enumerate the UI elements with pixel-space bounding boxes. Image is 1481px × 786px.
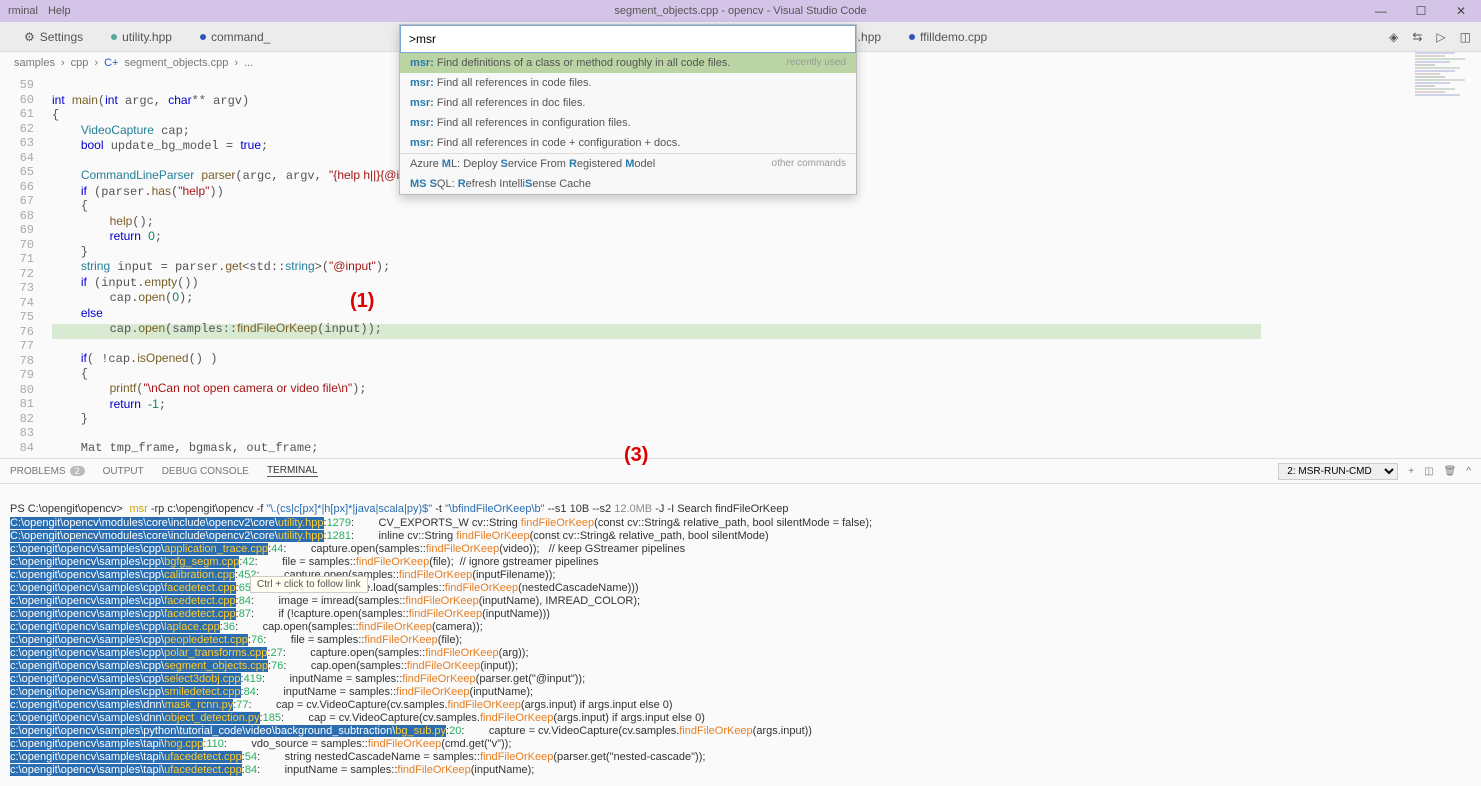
split-icon[interactable]: ◫ xyxy=(1460,30,1471,44)
palette-item[interactable]: Azure ML: Deploy Service From Registered… xyxy=(400,153,856,174)
terminal-output[interactable]: PS C:\opengit\opencv> msr -rp c:\opengit… xyxy=(0,484,1481,786)
cpp-icon xyxy=(909,34,915,40)
run-icon[interactable]: ▷ xyxy=(1436,30,1445,44)
terminal-result-row[interactable]: c:\opengit\opencv\samples\cpp\calibratio… xyxy=(10,569,1471,582)
chevron-up-icon[interactable]: ^ xyxy=(1466,466,1471,477)
maximize-icon[interactable]: ☐ xyxy=(1401,4,1441,18)
palette-item[interactable]: MS SQL: Refresh IntelliSense Cache xyxy=(400,174,856,194)
palette-item[interactable]: msr: Find all references in code files. xyxy=(400,73,856,93)
trash-icon[interactable]: 🗑 xyxy=(1444,466,1457,477)
menu-help[interactable]: Help xyxy=(48,5,71,17)
terminal-result-row[interactable]: c:\opengit\opencv\samples\cpp\laplace.cp… xyxy=(10,621,1471,634)
close-icon[interactable]: ✕ xyxy=(1441,4,1481,18)
palette-item[interactable]: msr: Find all references in configuratio… xyxy=(400,113,856,133)
terminal-result-row[interactable]: c:\opengit\opencv\samples\cpp\facedetect… xyxy=(10,595,1471,608)
minimize-icon[interactable]: — xyxy=(1361,4,1401,18)
palette-item[interactable]: msr: Find all references in doc files. xyxy=(400,93,856,113)
terminal-result-row[interactable]: c:\opengit\opencv\samples\cpp\bgfg_segm.… xyxy=(10,556,1471,569)
new-terminal-icon[interactable]: + xyxy=(1408,466,1414,477)
terminal-result-row[interactable]: c:\opengit\opencv\samples\tapi\hog.cpp:1… xyxy=(10,738,1471,751)
terminal-result-row[interactable]: c:\opengit\opencv\samples\cpp\applicatio… xyxy=(10,543,1471,556)
cpp-icon xyxy=(200,34,206,40)
terminal-result-row[interactable]: c:\opengit\opencv\samples\cpp\peopledete… xyxy=(10,634,1471,647)
minimap[interactable] xyxy=(1415,52,1475,422)
tab-output[interactable]: OUTPUT xyxy=(103,466,144,477)
menu-terminal[interactable]: rminal xyxy=(8,5,38,17)
panel-tabs: PROBLEMS2 OUTPUT DEBUG CONSOLE TERMINAL … xyxy=(0,458,1481,484)
palette-item[interactable]: msr: Find definitions of a class or meth… xyxy=(400,53,856,73)
gear-icon: ⚙ xyxy=(24,30,35,44)
terminal-result-row[interactable]: C:\opengit\opencv\modules\core\include\o… xyxy=(10,517,1471,530)
terminal-result-row[interactable]: c:\opengit\opencv\samples\python\tutoria… xyxy=(10,725,1471,738)
terminal-result-row[interactable]: c:\opengit\opencv\samples\cpp\facedetect… xyxy=(10,608,1471,621)
terminal-result-row[interactable]: c:\opengit\opencv\samples\dnn\object_det… xyxy=(10,712,1471,725)
terminal-result-row[interactable]: c:\opengit\opencv\samples\cpp\select3dob… xyxy=(10,673,1471,686)
terminal-result-row[interactable]: c:\opengit\opencv\samples\dnn\mask_rcnn.… xyxy=(10,699,1471,712)
tab-command[interactable]: command_ xyxy=(186,26,284,48)
tab-terminal[interactable]: TERMINAL xyxy=(267,465,318,477)
command-input[interactable] xyxy=(400,25,856,53)
sync-icon[interactable]: ◈ xyxy=(1389,30,1398,44)
code-content: int main(int argc, char** argv) { VideoC… xyxy=(52,78,451,456)
titlebar: rminal Help segment_objects.cpp - opencv… xyxy=(0,0,1481,22)
compare-icon[interactable]: ⇆ xyxy=(1412,30,1422,44)
terminal-result-row[interactable]: c:\opengit\opencv\samples\cpp\polar_tran… xyxy=(10,647,1471,660)
terminal-result-row[interactable]: c:\opengit\opencv\samples\cpp\facedetect… xyxy=(10,582,1471,595)
terminal-result-row[interactable]: c:\opengit\opencv\samples\cpp\segment_ob… xyxy=(10,660,1471,673)
split-terminal-icon[interactable]: ◫ xyxy=(1424,466,1433,477)
tab-settings[interactable]: ⚙Settings xyxy=(10,26,97,48)
tab-debug-console[interactable]: DEBUG CONSOLE xyxy=(162,466,249,477)
terminal-result-row[interactable]: C:\opengit\opencv\modules\core\include\o… xyxy=(10,530,1471,543)
cpp-icon xyxy=(111,34,117,40)
tab-utility[interactable]: utility.hpp xyxy=(97,26,186,48)
tab-problems[interactable]: PROBLEMS2 xyxy=(10,466,85,477)
terminal-result-row[interactable]: c:\opengit\opencv\samples\cpp\smiledetec… xyxy=(10,686,1471,699)
window-title: segment_objects.cpp - opencv - Visual St… xyxy=(614,5,866,17)
palette-item[interactable]: msr: Find all references in code + confi… xyxy=(400,133,856,153)
annotation-3: (3) xyxy=(624,444,648,467)
terminal-selector[interactable]: 2: MSR-RUN-CMD xyxy=(1278,463,1398,480)
tab-ffilldemo[interactable]: ffilldemo.cpp xyxy=(895,26,1001,48)
terminal-result-row[interactable]: c:\opengit\opencv\samples\tapi\ufacedete… xyxy=(10,764,1471,777)
annotation-1: (1) xyxy=(350,290,374,313)
terminal-result-row[interactable]: c:\opengit\opencv\samples\tapi\ufacedete… xyxy=(10,751,1471,764)
link-tooltip: Ctrl + click to follow link xyxy=(250,576,368,593)
command-palette: msr: Find definitions of a class or meth… xyxy=(399,24,857,195)
